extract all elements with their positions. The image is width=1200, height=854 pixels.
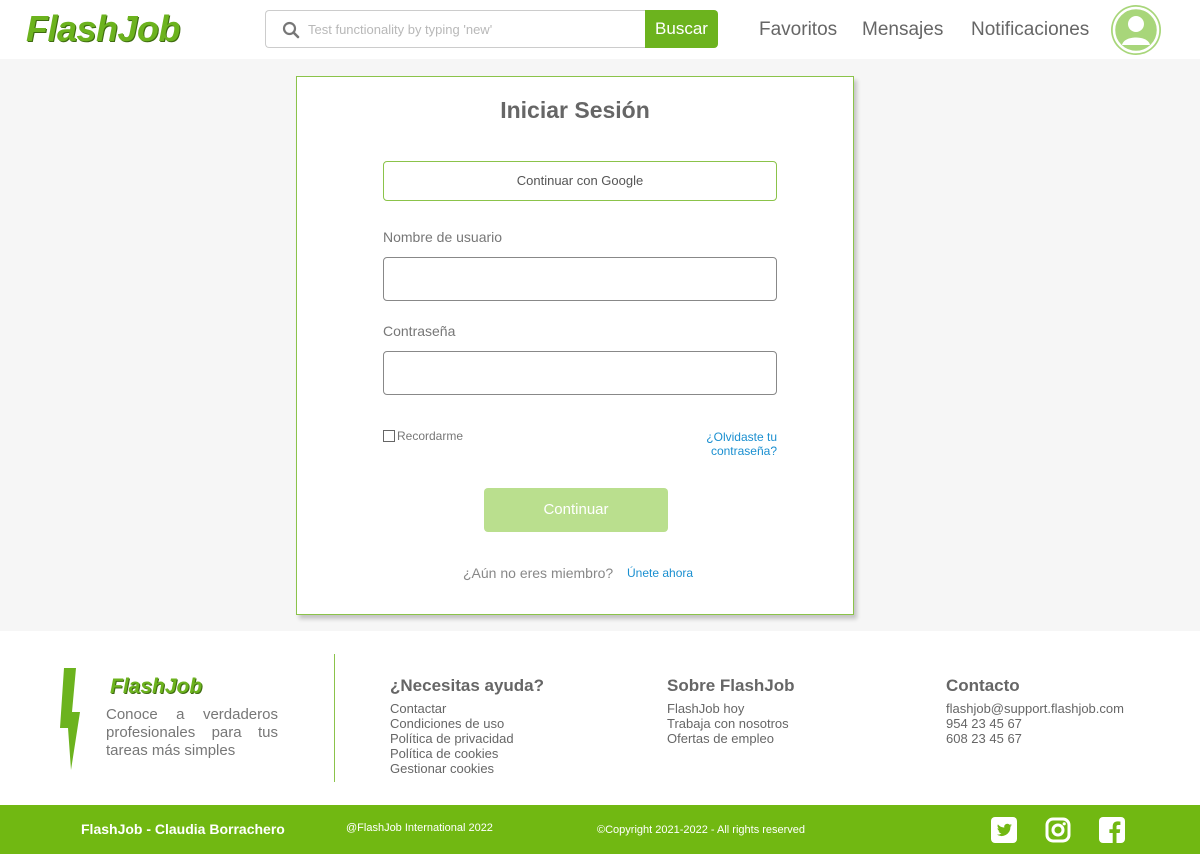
- footer-link-privacidad[interactable]: Política de privacidad: [390, 731, 544, 746]
- username-label: Nombre de usuario: [383, 229, 503, 245]
- nav-mensajes[interactable]: Mensajes: [862, 19, 943, 41]
- nav-notificaciones[interactable]: Notificaciones: [971, 19, 1089, 41]
- instagram-icon[interactable]: [1045, 817, 1071, 843]
- copyright-text: ©Copyright 2021-2022 - All rights reserv…: [597, 824, 806, 836]
- about-column: Sobre FlashJob FlashJob hoy Trabaja con …: [667, 676, 795, 746]
- remember-me: Recordarme: [383, 429, 463, 443]
- nav-favoritos[interactable]: Favoritos: [759, 19, 837, 41]
- bottom-bar: FlashJob - Claudia Borrachero @FlashJob …: [0, 805, 1200, 854]
- author-credit: FlashJob - Claudia Borrachero: [81, 821, 285, 837]
- username-field[interactable]: [383, 257, 777, 301]
- footer-link-trabaja[interactable]: Trabaja con nosotros: [667, 716, 795, 731]
- google-login-button[interactable]: Continuar con Google: [383, 161, 777, 201]
- contact-column: Contacto flashjob@support.flashjob.com 9…: [946, 676, 1124, 746]
- footer-logo: FlashJob: [110, 675, 203, 698]
- contact-phone-1: 954 23 45 67: [946, 716, 1022, 731]
- continue-button[interactable]: Continuar: [484, 488, 668, 532]
- user-icon: [1112, 6, 1160, 54]
- about-title: Sobre FlashJob: [667, 676, 795, 695]
- page-title: Iniciar Sesión: [500, 97, 650, 123]
- header: FlashJob Buscar Favoritos Mensajes Notif…: [0, 0, 1200, 59]
- footer-link-cookies[interactable]: Política de cookies: [390, 746, 544, 761]
- password-label: Contraseña: [383, 323, 456, 339]
- search-button[interactable]: Buscar: [645, 10, 718, 48]
- footer-divider: [334, 654, 335, 782]
- search-box: [265, 10, 645, 48]
- join-link[interactable]: Únete ahora: [627, 566, 693, 580]
- international-text: @FlashJob International 2022: [346, 822, 493, 834]
- remember-checkbox[interactable]: [383, 430, 395, 442]
- contact-title: Contacto: [946, 676, 1020, 695]
- search-input[interactable]: [308, 11, 638, 47]
- footer: FlashJob Conoce a verdaderos profesional…: [0, 631, 1200, 805]
- search-icon: [282, 21, 300, 39]
- facebook-icon[interactable]: [1099, 817, 1125, 843]
- footer-link-contactar[interactable]: Contactar: [390, 701, 544, 716]
- footer-link-condiciones[interactable]: Condiciones de uso: [390, 716, 544, 731]
- contact-email[interactable]: flashjob@support.flashjob.com: [946, 701, 1124, 716]
- forgot-password-link[interactable]: ¿Olvidaste tu contraseña?: [637, 430, 777, 458]
- remember-label: Recordarme: [397, 429, 464, 443]
- footer-link-gestionar-cookies[interactable]: Gestionar cookies: [390, 761, 544, 776]
- twitter-icon[interactable]: [991, 817, 1017, 843]
- avatar[interactable]: [1111, 5, 1161, 55]
- help-column: ¿Necesitas ayuda? Contactar Condiciones …: [390, 676, 544, 776]
- footer-link-hoy[interactable]: FlashJob hoy: [667, 701, 795, 716]
- help-title: ¿Necesitas ayuda?: [390, 676, 545, 695]
- member-prompt: ¿Aún no eres miembro?: [463, 565, 614, 581]
- login-card: Iniciar Sesión Continuar con Google Nomb…: [296, 76, 854, 615]
- logo[interactable]: FlashJob: [26, 8, 181, 50]
- password-field[interactable]: [383, 351, 777, 395]
- contact-phone-2: 608 23 45 67: [946, 731, 1022, 746]
- lightning-icon: [60, 668, 80, 770]
- footer-description: Conoce a verdaderos profesionales para t…: [106, 706, 278, 759]
- footer-link-ofertas[interactable]: Ofertas de empleo: [667, 731, 795, 746]
